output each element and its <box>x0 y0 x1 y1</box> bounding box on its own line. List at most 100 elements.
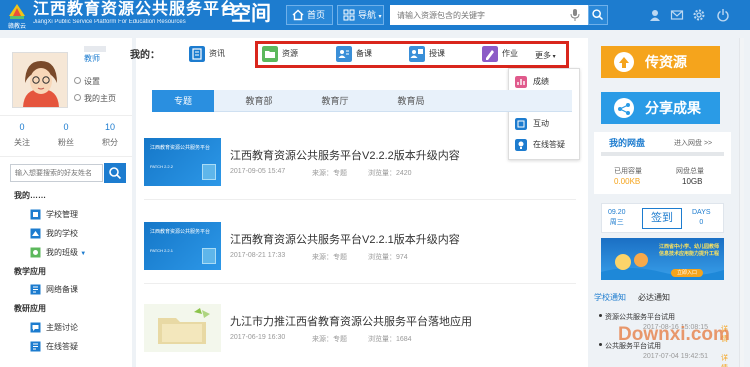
tab-bureau[interactable]: 教育局 <box>380 90 442 112</box>
microphone-icon[interactable] <box>568 8 582 22</box>
grid-icon <box>343 9 355 21</box>
article-title[interactable]: 江西教育资源公共服务平台V2.2.1版本升级内容 <box>230 231 460 247</box>
my-apps-label: 我的： <box>130 50 160 61</box>
sidebar-item-my-school[interactable]: 我的学校 <box>30 228 78 240</box>
my-home-link[interactable]: 我的主页 <box>74 93 116 104</box>
stat-label: 粉丝 <box>58 138 74 147</box>
user-icon[interactable] <box>648 8 662 22</box>
notice-detail-link[interactable]: 详情 <box>721 353 731 367</box>
upload-resource-button[interactable]: 传资源 <box>601 46 720 78</box>
class-icon <box>30 247 41 258</box>
stat-label: 积分 <box>102 138 118 147</box>
avatar-illustration <box>13 53 67 107</box>
article-views: 浏览量：2420 <box>368 170 412 177</box>
article-source: 来源：专题 <box>312 170 347 177</box>
home-icon <box>292 9 304 21</box>
disk-title: 我的网盘 <box>609 138 646 148</box>
sidebar-item-online-qa[interactable]: 在线答疑 <box>30 341 78 353</box>
banner-enter-button[interactable]: 立即入口 <box>671 269 703 277</box>
sidebar-item-online-lesson-prep[interactable]: 网络备课 <box>30 284 78 296</box>
tab-topic[interactable]: 专题 <box>152 90 214 112</box>
tab-required-notice[interactable]: 必达通知 <box>638 292 670 303</box>
package-icon <box>202 164 216 180</box>
news-icon <box>189 46 205 62</box>
article-source: 来源：专题 <box>312 254 347 261</box>
sidebar-item-label: 我的班级 <box>46 248 78 257</box>
settings-link[interactable]: 设置 <box>74 76 100 87</box>
article-thumbnail: 江西教育资源公共服务平台 PATCH 2.2.1 <box>144 222 221 270</box>
bullet-icon <box>599 314 602 317</box>
section-title-research: 教研应用 <box>14 304 46 313</box>
sidebar-item-school-admin[interactable]: 学校管理 <box>30 209 78 221</box>
sidebar-item-topic-discussion[interactable]: 主题讨论 <box>30 322 78 334</box>
platform-title-en: JiangXi Public Service Platform For Educ… <box>33 19 186 25</box>
avatar[interactable] <box>12 52 68 108</box>
enter-disk-link[interactable]: 进入网盘 >> <box>674 138 712 148</box>
stat-value: 0 <box>63 122 69 132</box>
message-icon[interactable] <box>670 8 684 22</box>
stat-followers[interactable]: 0 粉丝 <box>44 120 88 149</box>
article-views: 浏览量：1684 <box>368 336 412 343</box>
school-admin-icon <box>30 209 41 220</box>
sign-date-value: 09.20 <box>608 209 626 216</box>
lesson-prep-icon <box>30 284 41 295</box>
used-capacity-value: 0.00KB <box>614 177 641 186</box>
tab-label: 资讯 <box>209 49 225 58</box>
home-button[interactable]: 首页 <box>286 5 333 25</box>
platform-logo[interactable]: 赣教云 <box>4 2 30 30</box>
list-item[interactable]: 九江市力推江西省教育资源公共服务平台落地应用 2017-06-19 16:30 … <box>144 304 576 366</box>
sign-in-button[interactable]: 签到 <box>642 208 682 229</box>
article-thumbnail: 江西教育资源公共服务平台 PATCH 2.2.2 <box>144 138 221 186</box>
sign-days: DAYS 0 <box>692 208 711 228</box>
total-capacity-value: 10GB <box>682 177 703 186</box>
sign-date: 09.20 周三 <box>608 208 626 228</box>
sidebar-item-label: 网络备课 <box>46 285 78 294</box>
discussion-icon <box>30 322 41 333</box>
list-item[interactable]: 江西教育资源公共服务平台 PATCH 2.2.2 江西教育资源公共服务平台V2.… <box>144 138 576 200</box>
stat-following[interactable]: 0 关注 <box>0 120 44 149</box>
my-home-label: 我的主页 <box>84 94 116 103</box>
right-scrollbar[interactable] <box>739 38 744 367</box>
logout-icon[interactable] <box>716 8 730 22</box>
tab-department[interactable]: 教育厅 <box>304 90 366 112</box>
highlight-box-tabs <box>255 41 569 68</box>
package-icon <box>202 248 216 264</box>
thumbnail-patch: PATCH 2.2.2 <box>150 164 173 169</box>
sidebar-item-my-class[interactable]: 我的班级 ▼ <box>30 247 86 260</box>
tab-news[interactable]: 资讯 <box>189 46 225 62</box>
home-page-icon <box>74 94 81 101</box>
chevron-down-icon: ▾ <box>378 14 382 20</box>
left-panel: 教师 设置 我的主页 0 关注 0 粉丝 10 积分 我的…… 学校管理 我的学… <box>0 38 132 367</box>
right-panel: 传资源 分享成果 我的网盘 进入网盘 >> 已用容量 0.00KB 网盘总量 1… <box>594 38 750 367</box>
friend-search-input[interactable] <box>10 164 103 182</box>
stat-value: 0 <box>19 122 25 132</box>
stat-points[interactable]: 10 积分 <box>88 120 132 149</box>
folder-illustration <box>158 308 210 344</box>
nav-menu-label: 导航 <box>358 10 377 20</box>
nav-menu-button[interactable]: 导航 ▾ <box>337 5 384 25</box>
my-cloud-disk: 我的网盘 进入网盘 >> 已用容量 0.00KB 网盘总量 10GB <box>594 132 731 194</box>
tab-ministry[interactable]: 教育部 <box>228 90 290 112</box>
days-label: DAYS <box>692 209 711 216</box>
section-title-mine: 我的…… <box>14 191 46 200</box>
friend-search-button[interactable] <box>104 163 126 183</box>
article-thumbnail <box>144 304 221 352</box>
search-button[interactable] <box>588 5 608 25</box>
gear-icon[interactable] <box>692 8 706 22</box>
chevron-down-icon[interactable]: ▼ <box>80 251 86 257</box>
share-results-button[interactable]: 分享成果 <box>601 92 720 124</box>
menu-item-interaction[interactable]: 互动 <box>515 116 549 132</box>
list-item[interactable]: 江西教育资源公共服务平台 PATCH 2.2.1 江西教育资源公共服务平台V2.… <box>144 222 576 284</box>
thumbnail-title: 江西教育资源公共服务平台 <box>150 145 211 151</box>
tab-school-notice[interactable]: 学校通知 <box>594 292 626 303</box>
top-bar: 赣教云 江西教育资源公共服务平台 JiangXi Public Service … <box>0 0 750 30</box>
home-label: 首页 <box>307 10 326 20</box>
sidebar-item-label: 学校管理 <box>46 210 78 219</box>
share-label: 分享成果 <box>645 100 701 116</box>
article-title[interactable]: 江西教育资源公共服务平台V2.2.2版本升级内容 <box>230 147 460 163</box>
profile-stats: 0 关注 0 粉丝 10 积分 <box>0 115 132 157</box>
menu-item-grades[interactable]: 成绩 <box>515 74 549 90</box>
training-banner[interactable]: 江西省中小学、幼儿园教师信息技术应用能力提升工程 立即入口 <box>601 238 724 280</box>
article-title[interactable]: 九江市力推江西省教育资源公共服务平台落地应用 <box>230 313 472 329</box>
stat-value: 10 <box>104 122 115 132</box>
